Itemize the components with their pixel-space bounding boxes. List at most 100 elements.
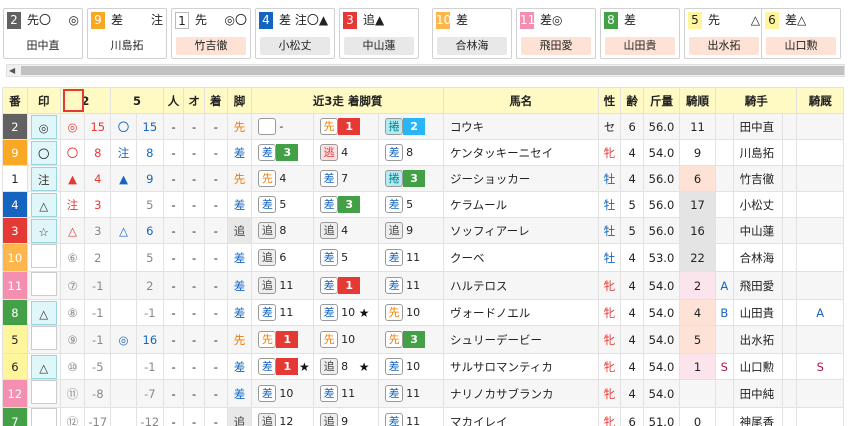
table-row[interactable]: 3 ☆ △ 3 △ 6- - - 追追 8 追 4 追 9 ソッフィアーレ牡 5 56.0 16 中山蓮: [2, 217, 844, 244]
prediction-mark[interactable]: [30, 408, 57, 426]
jockey-stable-grade: [796, 217, 844, 244]
star-icon: ★: [298, 359, 310, 374]
table-row[interactable]: 9 〇〇 8 注 8- - - 差差 3 逃 4 差 8 ケンタッキーニセイ牝 4 54.0 9 川島拓: [2, 139, 844, 166]
jockey-name[interactable]: 竹吉徹: [732, 165, 784, 192]
horse-name[interactable]: マカイレイ: [443, 407, 599, 426]
header-hito[interactable]: 人: [162, 87, 185, 114]
jockey-card[interactable]: 1 先 ◎〇 竹吉徹: [171, 8, 251, 59]
hito-value: -: [162, 191, 185, 218]
header-kinryo[interactable]: 斤量: [642, 87, 681, 114]
header-chaku[interactable]: 着: [203, 87, 228, 114]
jockey-name[interactable]: 合林海: [732, 243, 784, 272]
running-style-tag: 追: [320, 222, 339, 239]
header-recent3[interactable]: 近3走 着脚質: [251, 87, 445, 114]
header-ban[interactable]: 番: [2, 87, 28, 114]
horse-name[interactable]: サルサロマンティカ: [443, 353, 599, 380]
horse-name[interactable]: コウキ: [443, 113, 599, 140]
prediction-mark[interactable]: 注: [30, 166, 57, 191]
scroll-left-arrow-icon[interactable]: ◀: [9, 65, 15, 76]
jockey-card[interactable]: 9 差 注川島拓: [87, 8, 167, 59]
jockey-name[interactable]: 小松丈: [732, 191, 784, 218]
horse-name[interactable]: シュリーデービー: [443, 325, 599, 354]
mark-cell[interactable]: [26, 243, 61, 272]
table-row[interactable]: 10 ⑥ 2 5- - - 差追 6 差 5 差 11 クーベ牡 4 53.0 22 合林海: [2, 243, 844, 272]
prediction-mark[interactable]: △: [30, 192, 57, 217]
jockey-card[interactable]: 5 先 △ 出水拓: [684, 8, 764, 59]
prediction-mark[interactable]: [30, 244, 57, 268]
jockey-card[interactable]: 8 差山田貴: [600, 8, 680, 59]
horse-name[interactable]: ケンタッキーニセイ: [443, 139, 599, 166]
horizontal-scrollbar[interactable]: ◀: [6, 64, 845, 77]
jockey-name[interactable]: 出水拓: [732, 325, 784, 354]
header-shirushi[interactable]: 印: [26, 87, 61, 114]
header-rei[interactable]: 齢: [620, 87, 644, 114]
horse-name[interactable]: ハルテロス: [443, 271, 599, 300]
finish-rank: 10: [341, 306, 356, 319]
prediction-mark[interactable]: △: [30, 354, 57, 379]
table-row[interactable]: 6 △ ⑩ -5 -1- - - 差差 1 ★ 追 8 ★ 差 10 サルサロマンティカ牝 4 54.0 1 S 山口勲…: [2, 353, 844, 380]
prediction-mark[interactable]: 〇: [30, 140, 57, 165]
running-style-tag: 差: [385, 249, 404, 266]
prediction-mark[interactable]: △: [30, 300, 57, 325]
header-col-5[interactable]: 5: [110, 87, 164, 114]
mark-cell[interactable]: 注: [26, 165, 61, 192]
mark-cell[interactable]: [26, 379, 61, 408]
jockey-card[interactable]: 10 差合林海: [432, 8, 512, 59]
jockey-card[interactable]: 3 追▲ 中山蓮: [339, 8, 419, 59]
jockey-name[interactable]: 山口勲: [732, 353, 784, 380]
prediction-mark[interactable]: [30, 380, 57, 404]
table-row[interactable]: 1 注 ▲ 4 ▲ 9- - - 先先 4 差 7 捲 3 ジーショッカー牡 4 56.0 6 竹吉徹: [2, 165, 844, 192]
table-row[interactable]: 11 ⑦ -1 2- - - 差追 11 差 1 差 11 ハルテロス牝 4 54.0 2 A 飛田愛: [2, 271, 844, 300]
table-row[interactable]: 2 ◎ ◎ 15 〇 15- - - 先 - 先 1 捲 2 コウキセ 6 56.0 11 田中直: [2, 113, 844, 140]
jockey-name[interactable]: 神尾香: [732, 407, 784, 426]
table-row[interactable]: 7 ⑫ -17 -12- - - 追追 12 追 9 差 11 マカイレイ牝 6 51.0 0 神尾香: [2, 407, 844, 426]
horse-name[interactable]: ナリノカサブランカ: [443, 379, 599, 408]
mark-cell[interactable]: △: [26, 191, 61, 218]
header-o[interactable]: オ: [183, 87, 205, 114]
table-row[interactable]: 5 ⑨ -1 ◎ 16- - - 先先 1 先 10 先 3 シュリーデービー牝 4 54.0 5 出水拓: [2, 325, 844, 354]
mark-cell[interactable]: [26, 325, 61, 354]
header-bamei[interactable]: 馬名: [443, 87, 599, 114]
mark-cell[interactable]: [26, 407, 61, 426]
mark-cell[interactable]: ☆: [26, 217, 61, 244]
jockey-card[interactable]: 6 差△ 山口勲: [761, 8, 841, 59]
jockey-name[interactable]: 山田貴: [732, 299, 784, 326]
header-kikyu[interactable]: 騎厩: [796, 87, 844, 114]
horse-name[interactable]: ケラムール: [443, 191, 599, 218]
horse-name[interactable]: クーベ: [443, 243, 599, 272]
mark-cell[interactable]: [26, 271, 61, 300]
prediction-mark[interactable]: ◎: [30, 114, 57, 139]
recent-race-2: 差 10 ★: [313, 299, 380, 326]
prediction-mark[interactable]: [30, 326, 57, 350]
jockey-card[interactable]: 4 差 注〇▲ 小松丈: [255, 8, 335, 59]
mark-cell[interactable]: △: [26, 353, 61, 380]
scroll-thumb[interactable]: [21, 66, 844, 75]
mark-cell[interactable]: 〇: [26, 139, 61, 166]
jockey-card[interactable]: 11 差◎ 飛田愛: [516, 8, 596, 59]
header-kijun[interactable]: 騎順: [679, 87, 717, 114]
horse-name[interactable]: ジーショッカー: [443, 165, 599, 192]
table-row[interactable]: 4 △ 注 3 5- - - 差差 5 差 3 差 5 ケラムール牡 5 56.0 17 小松丈: [2, 191, 844, 218]
prediction-mark[interactable]: [30, 272, 57, 296]
header-col-2[interactable]: 2: [59, 87, 112, 114]
header-kishu[interactable]: 騎手: [715, 87, 798, 114]
jockey-name[interactable]: 中山蓮: [732, 217, 784, 244]
mark-cell[interactable]: △: [26, 299, 61, 326]
jockey-card[interactable]: 2 先〇 ◎ 田中直: [3, 8, 83, 59]
table-row[interactable]: 12 ⑪ -8 -7- - - 差差 10 差 11 差 11 ナリノカサブランカ牝 4 54.0 田中純: [2, 379, 844, 408]
running-style-tag: 差: [320, 304, 339, 321]
header-sei[interactable]: 性: [597, 87, 622, 114]
jockey-name[interactable]: 川島拓: [732, 139, 784, 166]
chaku-value: -: [203, 379, 228, 408]
finish-rank: 5: [341, 251, 349, 264]
jockey-name[interactable]: 飛田愛: [732, 271, 784, 300]
mark-cell[interactable]: ◎: [26, 113, 61, 140]
jockey-card-mark-right: △: [750, 13, 760, 27]
jockey-name[interactable]: 田中純: [732, 379, 784, 408]
jockey-name[interactable]: 田中直: [732, 113, 784, 140]
header-ashi[interactable]: 脚: [226, 87, 253, 114]
horse-name[interactable]: ヴォードノエル: [443, 299, 599, 326]
horse-name[interactable]: ソッフィアーレ: [443, 217, 599, 244]
prediction-mark[interactable]: ☆: [30, 218, 57, 243]
table-row[interactable]: 8 △ ⑧ -1 -1- - - 差差 11 差 10 ★ 先 10 ヴォードノエル牝 4 54.0 4 B 山田貴 A: [2, 299, 844, 326]
